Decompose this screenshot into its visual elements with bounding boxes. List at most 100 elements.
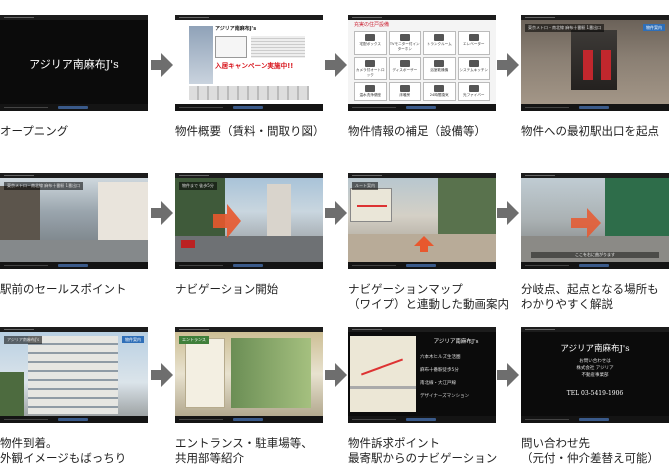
- video-frame-arrival[interactable]: アジリア南麻布J's 物件案内: [0, 327, 148, 423]
- player-controls[interactable]: [0, 262, 148, 269]
- map-route: [360, 358, 404, 376]
- tour-tag: 物件案内: [122, 336, 144, 343]
- contact-line: 株式会社 アジリア: [576, 366, 614, 371]
- equipment-item: カメラ付オートロック: [354, 56, 387, 81]
- station-banner: 東京メトロ・南北線 麻布十番駅 1番出口: [525, 24, 605, 32]
- overview-name: アジリア南麻布J's: [215, 26, 257, 32]
- nav-arrow-icon: [414, 236, 434, 252]
- overview-screen: アジリア南麻布J's 入居キャンペーン実施中!!: [175, 20, 323, 104]
- player-controls[interactable]: [348, 262, 496, 269]
- player-controls[interactable]: [521, 262, 669, 269]
- equipment-item: 24時間換気: [423, 82, 456, 101]
- equipment-icon: [434, 34, 445, 41]
- player-controls[interactable]: [175, 262, 323, 269]
- player-controls[interactable]: [0, 104, 148, 111]
- entrance-label: エントランス: [179, 336, 209, 344]
- caption-overview: 物件概要（賃料・間取り図）: [175, 124, 325, 138]
- floor-plan: [215, 36, 247, 58]
- contact-line: 不動産事業部: [581, 373, 609, 378]
- campaign-banner: 入居キャンペーン実施中!!: [215, 61, 319, 71]
- video-frame-nav-start[interactable]: 物件まで 徒歩5分: [175, 173, 323, 269]
- equipment-screen: 充実の住戸設備 宅配ボックス TVモニター付インターホン トランクルーム エレベーター…: [348, 20, 496, 104]
- building-facade: [28, 336, 118, 414]
- equipment-icon: [399, 59, 410, 67]
- equipment-item: 浴室乾燥機: [423, 56, 456, 81]
- glass-door: [185, 338, 225, 408]
- equipment-item: 宅配ボックス: [354, 31, 387, 55]
- equipment-grid: 宅配ボックス TVモニター付インターホン トランクルーム エレベーター カメラ付オートロ…: [354, 31, 490, 101]
- nav-arrow-icon: [571, 208, 601, 238]
- arrow-right-icon: [325, 53, 347, 77]
- price-table: [251, 36, 305, 58]
- video-frame-entrance[interactable]: エントランス: [175, 327, 323, 423]
- player-controls[interactable]: [521, 104, 669, 111]
- caption-equipment: 物件情報の補足（設備等）: [348, 124, 486, 138]
- equipment-icon: [468, 34, 479, 41]
- tour-tag: 物件案内: [643, 24, 665, 31]
- arrival-screen: アジリア南麻布J's 物件案内: [0, 332, 148, 416]
- player-controls[interactable]: [348, 104, 496, 111]
- street: [521, 236, 669, 262]
- nav-arrow-icon: [213, 204, 241, 238]
- equipment-icon: [399, 85, 410, 93]
- arrow-right-icon: [151, 53, 173, 77]
- player-controls[interactable]: [0, 416, 148, 423]
- garden-view: [231, 338, 311, 408]
- appeal-point: 麻布十番駅徒歩5分: [420, 368, 459, 373]
- equipment-item: 床暖房: [388, 82, 421, 101]
- video-frame-opening[interactable]: アジリア南麻布J's: [0, 15, 148, 111]
- appeal-points: 六本木ヒルズ生活圏 麻布十番駅徒歩5分 南北線・大江戸線 デザイナーズマンション: [420, 354, 492, 406]
- equipment-item: 光ファイバー: [457, 82, 490, 101]
- map-road: [350, 386, 416, 389]
- caption-branch-point: 分岐点、起点となる場所も わかりやすく解説: [521, 282, 659, 311]
- video-frame-contact[interactable]: アジリア南麻布J's お問い合わせは 株式会社 アジリア 不動産事業部 TEL 03…: [521, 327, 669, 423]
- sales-point-screen: 東京メトロ・南北線 麻布十番駅 1番出口: [0, 178, 148, 262]
- street: [0, 240, 148, 262]
- arrow-right-icon: [325, 363, 347, 387]
- appeal-point: デザイナーズマンション: [420, 394, 470, 399]
- branch-point-screen: ここを右に曲がります: [521, 178, 669, 262]
- equipment-item: TVモニター付インターホン: [388, 31, 421, 55]
- arrow-right-icon: [497, 363, 519, 387]
- opening-screen: アジリア南麻布J's: [0, 20, 148, 104]
- arrow-right-icon: [497, 201, 519, 225]
- arrow-right-icon: [151, 201, 173, 225]
- video-frame-map-wipe[interactable]: ルート案内: [348, 173, 496, 269]
- player-controls[interactable]: [348, 416, 496, 423]
- video-frame-sales-point[interactable]: 東京メトロ・南北線 麻布十番駅 1番出口: [0, 173, 148, 269]
- caption-arrival: 物件到着。 外観イメージもばっちり: [0, 436, 127, 465]
- station-exit-screen: 東京メトロ・南北線 麻布十番駅 1番出口 物件案内: [521, 20, 669, 104]
- equipment-icon: [365, 59, 376, 67]
- map-wipe-screen: ルート案内: [348, 178, 496, 262]
- equipment-icon: [365, 34, 376, 41]
- video-frame-appeal[interactable]: アジリア南麻布J's 六本木ヒルズ生活圏 麻布十番駅徒歩5分 南北線・大江戸線 デザイ…: [348, 327, 496, 423]
- equipment-icon: [434, 59, 445, 67]
- building-photo: [189, 26, 213, 84]
- branch-subtitle: ここを右に曲がります: [531, 252, 659, 258]
- video-frame-overview[interactable]: アジリア南麻布J's 入居キャンペーン実施中!!: [175, 15, 323, 111]
- video-frame-equipment[interactable]: 充実の住戸設備 宅配ボックス TVモニター付インターホン トランクルーム エレベーター…: [348, 15, 496, 111]
- video-frame-branch-point[interactable]: ここを右に曲がります: [521, 173, 669, 269]
- arrow-right-icon: [497, 53, 519, 77]
- caption-entrance: エントランス・駐車場等、 共用部等紹介: [175, 436, 313, 465]
- player-controls[interactable]: [175, 104, 323, 111]
- caption-sales-point: 駅前のセールスポイント: [0, 282, 127, 296]
- wipe-map: [350, 188, 392, 222]
- equipment-item: トランクルーム: [423, 31, 456, 55]
- nav-banner: 物件まで 徒歩5分: [179, 182, 217, 190]
- equipment-item: ディスポーザー: [388, 56, 421, 81]
- equipment-icon: [365, 85, 376, 93]
- equipment-item: 温水洗浄便座: [354, 82, 387, 101]
- caption-opening: オープニング: [0, 124, 69, 138]
- equipment-item: システムキッチン: [457, 56, 490, 81]
- video-frame-station-exit[interactable]: 東京メトロ・南北線 麻布十番駅 1番出口 物件案内: [521, 15, 669, 111]
- entrance-screen: エントランス: [175, 332, 323, 416]
- arrival-name: アジリア南麻布J's: [4, 336, 43, 344]
- arrow-right-icon: [325, 201, 347, 225]
- trees: [0, 372, 24, 416]
- player-controls[interactable]: [521, 416, 669, 423]
- contact-tel: TEL 03-5419-1906: [566, 390, 624, 397]
- player-controls[interactable]: [175, 416, 323, 423]
- road: [175, 236, 323, 262]
- map-route: [357, 205, 387, 207]
